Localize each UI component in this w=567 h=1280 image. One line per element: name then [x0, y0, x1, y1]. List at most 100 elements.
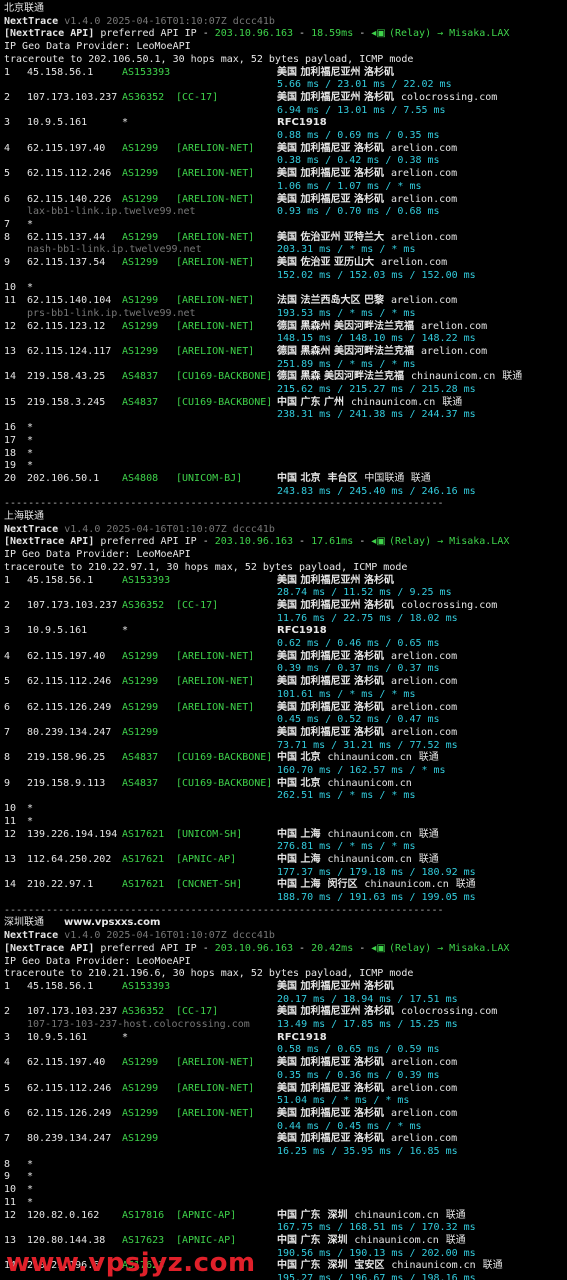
hop-number: 11: [4, 295, 17, 307]
app-name: NextTrace: [4, 930, 59, 942]
hop-latency-row: 238.31 ms / 241.38 ms / 244.37 ms: [0, 409, 567, 422]
hop-network: [CNCNET-SH]: [176, 879, 243, 891]
hop-asn: AS1299: [122, 701, 159, 713]
hop-domain: arelion.com: [390, 295, 458, 307]
hop-timeout: *: [27, 1184, 34, 1196]
app-version-line: NextTrace v1.4.0 2025-04-16T01:10:07Z dc…: [0, 524, 567, 537]
hop-domain: arelion.com: [390, 1057, 458, 1069]
hop-latency-row: 160.70 ms / 162.57 ms / * ms: [0, 765, 567, 778]
hop-location: 美国 加利福尼亚州 洛杉矶: [277, 1006, 394, 1018]
hop-row: 17 *: [0, 435, 567, 448]
hop-latency-row: 152.02 ms / 152.03 ms / 152.00 ms: [0, 270, 567, 283]
hop-number: 7: [4, 218, 11, 230]
hop-ip: 107.173.103.237: [27, 1006, 118, 1018]
hop-geo: 中国 上海 chinaunicom.cn 联通: [277, 854, 439, 867]
hop-latency: 276.81 ms / * ms / * ms: [277, 841, 416, 853]
hop-geo: 中国 广东 深圳 chinaunicom.cn 联通: [277, 1235, 466, 1248]
geo-provider: IP Geo Data Provider: LeoMoeAPI: [4, 549, 191, 561]
hop-asn: AS4837: [122, 371, 159, 383]
hop-geo: 美国 加利福尼亚州 洛杉矶: [277, 67, 394, 80]
hop-ip: 62.115.197.40: [27, 142, 106, 154]
hop-number: 4: [4, 1057, 11, 1069]
hop-location: 美国 加利福尼亚 洛杉矶: [277, 701, 384, 713]
hop-latency: 160.70 ms / 162.57 ms / * ms: [277, 765, 446, 776]
hop-domain: chinaunicom.cn: [364, 879, 449, 891]
hop-geo: RFC1918: [277, 117, 327, 130]
hop-number: 11: [4, 1196, 17, 1208]
hop-latency-row: 28.74 ms / 11.52 ms / 9.25 ms: [0, 587, 567, 600]
hop-network: [ARELION-NET]: [176, 1107, 255, 1119]
hop-latency-row: 20.17 ms / 18.94 ms / 17.51 ms: [0, 994, 567, 1007]
hop-asn: AS17816: [122, 1209, 165, 1221]
app-version-line: NextTrace v1.4.0 2025-04-16T01:10:07Z dc…: [0, 16, 567, 29]
hop-latency: 251.89 ms / * ms / * ms: [277, 358, 416, 370]
traceroute-info: traceroute to 210.22.97.1, 30 hops max, …: [4, 561, 408, 573]
hop-ip: 219.158.43.25: [27, 371, 106, 383]
hop-network: [CC-17]: [176, 599, 219, 611]
hop-row: 12 62.115.123.12 AS1299 [ARELION-NET] 德国 黑森州…: [0, 321, 567, 334]
hop-number: 5: [4, 676, 11, 688]
hop-number: 16: [4, 422, 17, 434]
hop-asn: AS4837: [122, 396, 159, 408]
hop-location: 中国 上海: [277, 828, 321, 840]
hop-geo: 美国 加利福尼亚州 洛杉矶 colocrossing.com: [277, 1006, 497, 1019]
hop-row: 4 62.115.197.40 AS1299 [ARELION-NET] 美国 加利福尼…: [0, 1057, 567, 1070]
hop-ip: 62.115.112.246: [27, 168, 112, 180]
hop-latency: 167.75 ms / 168.51 ms / 170.32 ms: [277, 1222, 476, 1234]
hop-latency-row: 1.06 ms / 1.07 ms / * ms: [0, 181, 567, 194]
hop-location: 美国 加利福尼亚 洛杉矶: [277, 726, 384, 738]
hop-ip: 45.158.56.1: [27, 980, 94, 992]
hop-latency: 238.31 ms / 241.38 ms / 244.37 ms: [277, 409, 476, 421]
hop-asn: *: [122, 117, 129, 129]
hop-isp: 联通: [418, 752, 439, 764]
api-ip: 203.10.96.163: [214, 536, 294, 548]
section-title: 上海联通: [4, 511, 44, 522]
hop-geo: 美国 加利福尼亚 洛杉矶 arelion.com: [277, 143, 457, 156]
relay-target: (Relay) → Misaka.LAX: [388, 942, 510, 954]
hop-timeout: *: [27, 282, 34, 294]
api-text: preferred API IP -: [100, 28, 215, 40]
hop-geo: 中国 广东 深圳 chinaunicom.cn 联通: [277, 1210, 466, 1223]
hop-ip: 112.64.250.202: [27, 853, 112, 865]
hop-row: 1 45.158.56.1 AS153393 美国 加利福尼亚州 洛杉矶: [0, 67, 567, 80]
hop-row: 10 *: [0, 1184, 567, 1197]
hop-latency-row: 107-173-103-237-host.colocrossing.com 13.…: [0, 1019, 567, 1032]
hop-row: 11 62.115.140.104 AS1299 [ARELION-NET] 法国 法兰…: [0, 295, 567, 308]
traceroute-line: traceroute to 202.106.50.1, 30 hops max,…: [0, 54, 567, 67]
hop-asn: AS17621: [122, 879, 165, 891]
hop-network: [ARELION-NET]: [176, 676, 255, 688]
hop-latency-row: 148.15 ms / 148.10 ms / 148.22 ms: [0, 333, 567, 346]
hop-latency-row: 0.62 ms / 0.46 ms / 0.65 ms: [0, 638, 567, 651]
hop-domain: colocrossing.com: [400, 1006, 498, 1018]
hop-hostname: nash-bb1-link.ip.twelve99.net: [27, 244, 202, 256]
hop-latency-row: lax-bb1-link.ip.twelve99.net 0.93 ms / 0.…: [0, 206, 567, 219]
hop-ip: 62.115.126.249: [27, 1107, 112, 1119]
hop-network: [CU169-BACKBONE]: [176, 396, 273, 408]
hop-ip: 62.115.124.117: [27, 345, 112, 357]
hop-latency: 0.62 ms / 0.46 ms / 0.65 ms: [277, 638, 440, 649]
hop-number: 14: [4, 371, 17, 383]
hop-latency-row: 51.04 ms / * ms / * ms: [0, 1095, 567, 1108]
geo-provider: IP Geo Data Provider: LeoMoeAPI: [4, 955, 191, 967]
hop-geo: 美国 佐治亚州 亚特兰大 arelion.com: [277, 232, 457, 245]
terminal-output: 北京联通 NextTrace v1.4.0 2025-04-16T01:10:07…: [0, 0, 567, 1280]
hop-number: 12: [4, 320, 17, 332]
hop-number: 13: [4, 853, 17, 865]
hop-ip: 139.226.194.194: [27, 828, 118, 840]
hop-ip: 80.239.134.247: [27, 726, 112, 738]
geo-provider-line: IP Geo Data Provider: LeoMoeAPI: [0, 549, 567, 562]
hop-location: 美国 加利福尼亚 洛杉矶: [277, 1057, 384, 1069]
hop-location: 美国 加利福尼亚 洛杉矶: [277, 168, 384, 180]
hop-geo: 中国 广东 深圳 宝安区 chinaunicom.cn 联通: [277, 1260, 503, 1273]
hop-timeout: *: [27, 1196, 34, 1208]
hop-domain: colocrossing.com: [400, 91, 498, 103]
hop-geo: 美国 加利福尼亚 洛杉矶 arelion.com: [277, 1057, 457, 1070]
hop-row: 8 *: [0, 1159, 567, 1172]
hop-number: 3: [4, 1031, 11, 1043]
hop-domain: chinaunicom.cn: [327, 828, 412, 840]
api-prefix: [NextTrace API]: [4, 28, 95, 40]
hop-ip: 10.9.5.161: [27, 625, 88, 637]
hop-asn: AS17621: [122, 853, 165, 865]
hop-domain: chinaunicom.cn: [391, 1260, 476, 1272]
hop-timeout: *: [27, 218, 34, 230]
